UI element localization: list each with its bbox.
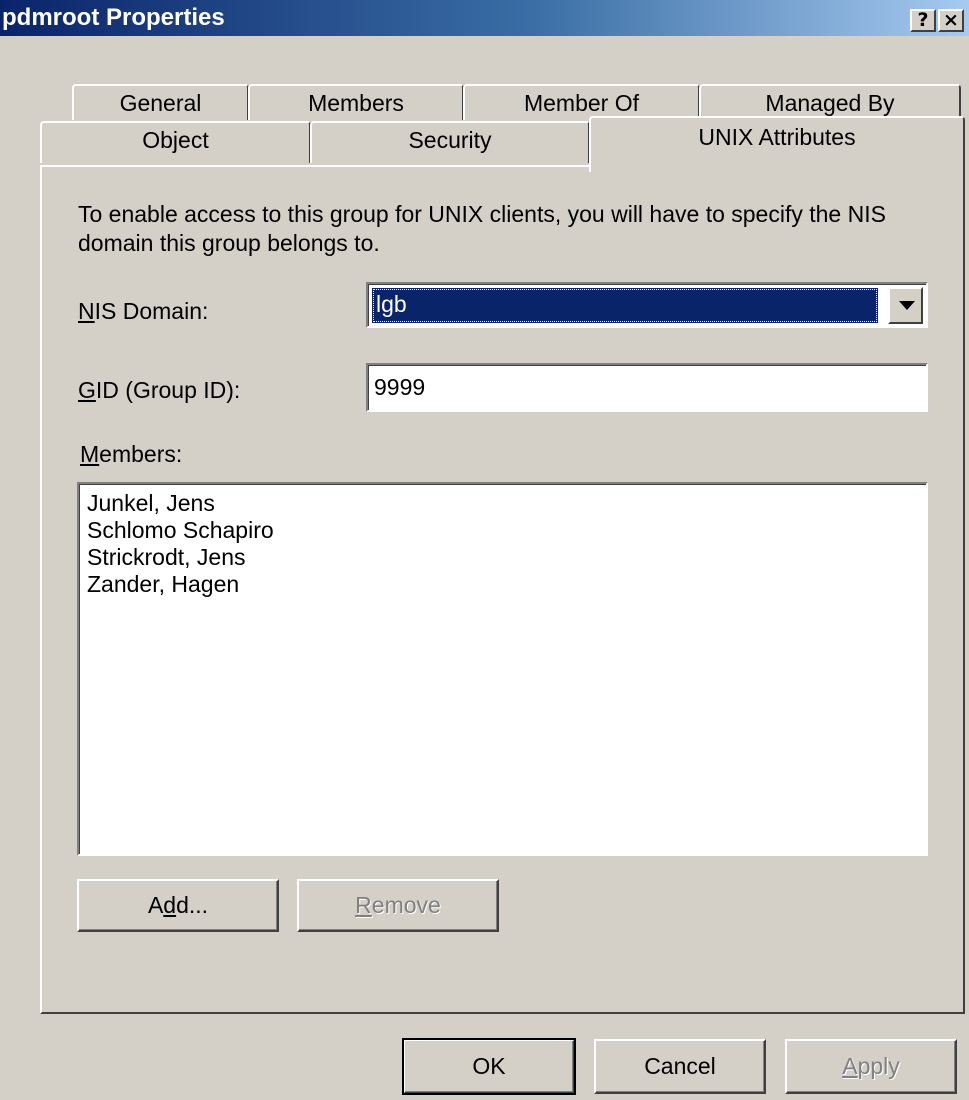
cancel-button[interactable]: Cancel — [594, 1039, 766, 1094]
gid-input[interactable] — [372, 367, 917, 407]
add-button-label-start: A — [147, 892, 164, 918]
remove-button-access-key: R — [355, 892, 372, 918]
tab-member-of[interactable]: Member Of — [463, 84, 700, 120]
list-item[interactable]: Zander, Hagen — [79, 571, 274, 598]
tab-object[interactable]: Object — [40, 121, 311, 163]
apply-button[interactable]: Apply — [785, 1039, 957, 1094]
dropdown-arrow-icon[interactable] — [888, 287, 923, 324]
list-item[interactable]: Junkel, Jens — [79, 490, 274, 517]
nis-domain-dropdown[interactable]: lgb — [366, 282, 928, 328]
tab-unix-attributes[interactable]: UNIX Attributes — [589, 116, 965, 172]
list-item[interactable]: Schlomo Schapiro — [79, 517, 274, 544]
close-button[interactable]: × — [938, 9, 964, 32]
add-button-access-key: d — [163, 892, 177, 918]
window-title: pdmroot Properties — [2, 4, 225, 31]
title-bar[interactable]: pdmroot Properties ? × — [0, 0, 969, 36]
gid-label: GID (Group ID): — [78, 377, 241, 403]
add-button[interactable]: Add... — [77, 879, 279, 932]
intro-text: To enable access to this group for UNIX … — [78, 201, 886, 256]
tab-security[interactable]: Security — [310, 121, 590, 163]
nis-domain-label: NIS Domain: — [78, 298, 209, 324]
properties-dialog: pdmroot Properties ? × General Members M… — [0, 0, 969, 1100]
apply-button-label: pply — [857, 1053, 900, 1079]
remove-button-label: emove — [371, 892, 441, 918]
apply-button-access-key: A — [842, 1053, 858, 1079]
add-button-label-end: d... — [176, 892, 209, 918]
members-listbox[interactable]: Junkel, Jens Schlomo Schapiro Strickrodt… — [77, 482, 928, 856]
help-button[interactable]: ? — [910, 9, 936, 32]
remove-button[interactable]: Remove — [297, 879, 499, 932]
ok-button[interactable]: OK — [402, 1038, 576, 1095]
tab-members[interactable]: Members — [248, 84, 464, 120]
gid-field-frame — [366, 363, 928, 412]
tab-managed-by[interactable]: Managed By — [699, 84, 961, 120]
nis-domain-value[interactable]: lgb — [372, 288, 878, 323]
members-list: Junkel, Jens Schlomo Schapiro Strickrodt… — [79, 490, 274, 598]
list-item[interactable]: Strickrodt, Jens — [79, 544, 274, 571]
members-label: Members: — [80, 441, 183, 467]
tab-general[interactable]: General — [72, 84, 249, 120]
